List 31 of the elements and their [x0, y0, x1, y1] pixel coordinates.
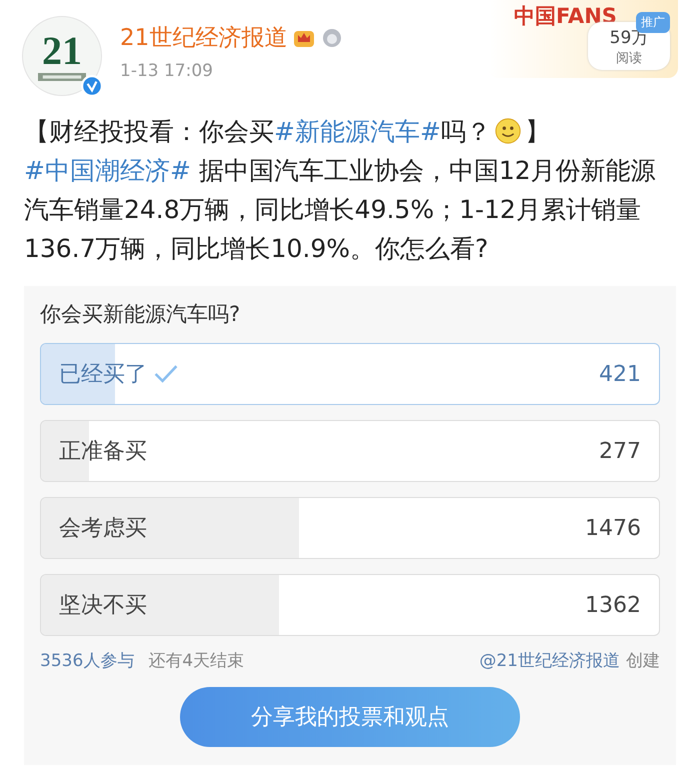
vote-count: 421: [599, 362, 641, 386]
smiley-icon: [494, 117, 522, 145]
share-button[interactable]: 分享我的投票和观点: [180, 687, 520, 747]
read-label: 阅读: [616, 50, 642, 66]
logo-text: 21: [42, 31, 82, 71]
participant-count: 3536人参与: [40, 650, 134, 672]
poll-option[interactable]: 已经买了 421: [40, 343, 660, 405]
time-remaining: 还有4天结束: [148, 650, 244, 672]
avatar[interactable]: 21: [22, 16, 102, 96]
newspaper-icon: [36, 73, 88, 81]
vote-count: 277: [599, 438, 641, 464]
poll-question: 你会买新能源汽车吗?: [40, 301, 242, 328]
hashtag-link[interactable]: #新能源汽车#: [274, 117, 441, 146]
check-icon: [153, 363, 179, 385]
poll-option[interactable]: 坚决不买 1362: [40, 574, 660, 636]
hashtag-link[interactable]: #中国潮经济#: [24, 156, 191, 185]
banner-text: 中国FANS: [514, 3, 617, 30]
post-time: 1-13 17:09: [120, 61, 214, 81]
post-text: 【财经投投看：你会买#新能源汽车#吗？ 】 #中国潮经济# 据中国汽车工业协会，中国12月份新能源汽车销量24.8万辆，同比增长49.5%；1-12月累计销量136.7万辆，同比增长10.9%。你怎么看?: [24, 116, 657, 265]
option-label: 正准备买: [59, 438, 147, 466]
creator-link[interactable]: @21世纪经济报道: [479, 649, 620, 672]
vote-count: 1362: [585, 592, 641, 618]
poll-option[interactable]: 会考虑买 1476: [40, 497, 660, 559]
medal-icon: [321, 28, 344, 48]
vote-count: 1476: [585, 516, 641, 540]
option-label: 已经买了: [59, 361, 147, 389]
author-name[interactable]: 21世纪经济报道: [120, 22, 288, 53]
option-label: 坚决不买: [59, 592, 147, 620]
created-label: 创建: [626, 650, 660, 672]
option-label: 会考虑买: [59, 515, 147, 543]
poll-option[interactable]: 正准备买 277: [40, 420, 660, 482]
